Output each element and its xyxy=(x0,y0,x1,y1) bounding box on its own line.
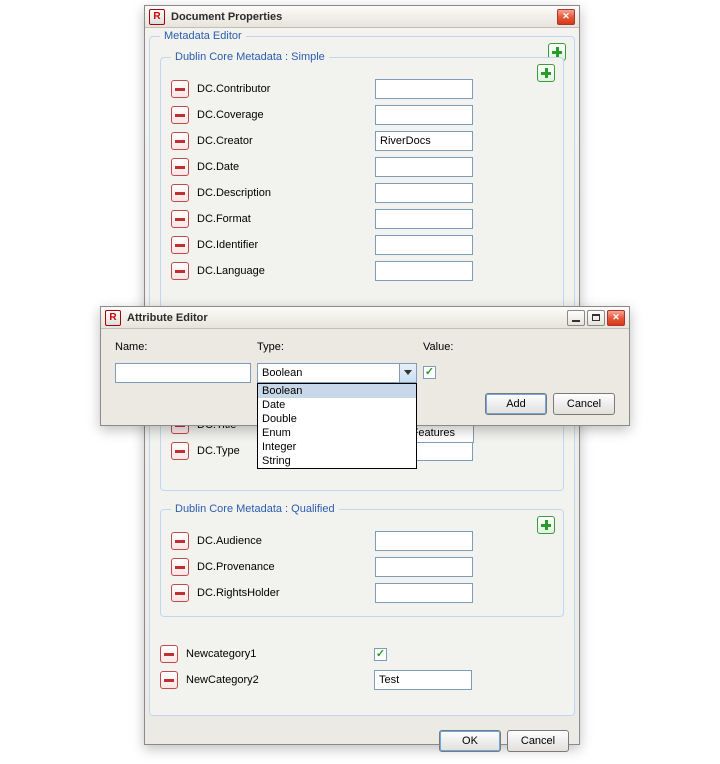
close-button[interactable]: ✕ xyxy=(557,9,575,25)
remove-button[interactable] xyxy=(171,106,189,124)
value-input[interactable] xyxy=(375,583,473,603)
field-label: DC.Coverage xyxy=(197,109,367,121)
metadata-row: DC.Contributor xyxy=(171,76,553,102)
value-input[interactable] xyxy=(374,670,472,690)
app-icon: R xyxy=(149,9,165,25)
field-label: DC.Creator xyxy=(197,135,367,147)
remove-button[interactable] xyxy=(171,236,189,254)
cancel-button[interactable]: Cancel xyxy=(507,730,569,752)
value-input[interactable] xyxy=(375,183,473,203)
metadata-row: DC.RightsHolder xyxy=(171,580,553,606)
value-input[interactable] xyxy=(375,261,473,281)
field-label: DC.Contributor xyxy=(197,83,367,95)
type-selected-value: Boolean xyxy=(262,367,302,379)
window-title: Document Properties xyxy=(171,11,551,23)
metadata-row: DC.Provenance xyxy=(171,554,553,580)
type-option[interactable]: Double xyxy=(258,412,416,426)
value-input[interactable] xyxy=(375,131,473,151)
remove-button[interactable] xyxy=(171,132,189,150)
metadata-row: DC.Identifier xyxy=(171,232,553,258)
field-label: Newcategory1 xyxy=(186,648,366,660)
value-input[interactable] xyxy=(375,79,473,99)
add-attribute-button[interactable] xyxy=(537,516,555,534)
metadata-row: DC.Audience xyxy=(171,528,553,554)
titlebar[interactable]: R Attribute Editor ✕ xyxy=(101,307,629,329)
value-input[interactable] xyxy=(375,157,473,177)
value-checkbox[interactable] xyxy=(423,366,436,379)
field-label: DC.Identifier xyxy=(197,239,367,251)
remove-button[interactable] xyxy=(171,80,189,98)
metadata-row: DC.Language xyxy=(171,258,553,284)
group-legend: Dublin Core Metadata : Simple xyxy=(171,51,329,63)
field-label: NewCategory2 xyxy=(186,674,366,686)
field-label: DC.Audience xyxy=(197,535,367,547)
value-input[interactable] xyxy=(375,209,473,229)
dc-qualified-group: Dublin Core Metadata : Qualified DC.Audi… xyxy=(160,509,564,617)
remove-button[interactable] xyxy=(171,262,189,280)
attribute-editor-window: R Attribute Editor ✕ Name: Type: Boolean xyxy=(100,306,630,426)
cancel-button[interactable]: Cancel xyxy=(553,393,615,415)
close-button[interactable]: ✕ xyxy=(607,310,625,326)
field-label: DC.Date xyxy=(197,161,367,173)
remove-button[interactable] xyxy=(171,210,189,228)
titlebar[interactable]: R Document Properties ✕ xyxy=(145,6,579,28)
maximize-button[interactable] xyxy=(587,310,605,326)
type-option[interactable]: Integer xyxy=(258,440,416,454)
type-option[interactable]: Enum xyxy=(258,426,416,440)
value-input[interactable] xyxy=(375,531,473,551)
remove-button[interactable] xyxy=(160,645,178,663)
dialog-buttons: OK Cancel xyxy=(149,724,575,754)
field-label: DC.Description xyxy=(197,187,367,199)
type-option[interactable]: Boolean xyxy=(258,384,416,398)
add-button[interactable]: Add xyxy=(485,393,547,415)
value-checkbox[interactable] xyxy=(374,648,387,661)
minimize-button[interactable] xyxy=(567,310,585,326)
field-label: DC.Format xyxy=(197,213,367,225)
group-legend: Dublin Core Metadata : Qualified xyxy=(171,503,339,515)
field-label: DC.RightsHolder xyxy=(197,587,367,599)
custom-row: Newcategory1 xyxy=(160,641,564,667)
metadata-row: DC.Coverage xyxy=(171,102,553,128)
remove-button[interactable] xyxy=(171,558,189,576)
remove-button[interactable] xyxy=(160,671,178,689)
metadata-row: DC.Description xyxy=(171,180,553,206)
name-input[interactable] xyxy=(115,363,251,383)
field-label: DC.Provenance xyxy=(197,561,367,573)
remove-button[interactable] xyxy=(171,532,189,550)
ok-button[interactable]: OK xyxy=(439,730,501,752)
metadata-row: DC.Date xyxy=(171,154,553,180)
type-option[interactable]: Date xyxy=(258,398,416,412)
remove-button[interactable] xyxy=(171,184,189,202)
remove-button[interactable] xyxy=(171,584,189,602)
name-label: Name: xyxy=(115,341,255,357)
metadata-row: DC.Format xyxy=(171,206,553,232)
type-select[interactable]: Boolean Boolean Date Double Enum Integer… xyxy=(257,363,417,383)
value-label: Value: xyxy=(423,341,483,357)
value-input[interactable] xyxy=(375,557,473,577)
type-dropdown: Boolean Date Double Enum Integer String xyxy=(257,383,417,469)
value-input[interactable] xyxy=(375,105,473,125)
add-attribute-button[interactable] xyxy=(537,64,555,82)
value-input[interactable] xyxy=(375,235,473,255)
app-icon: R xyxy=(105,310,121,326)
type-option[interactable]: String xyxy=(258,454,416,468)
group-legend: Metadata Editor xyxy=(160,30,246,42)
remove-button[interactable] xyxy=(171,158,189,176)
window-title: Attribute Editor xyxy=(127,312,561,324)
remove-button[interactable] xyxy=(171,442,189,460)
custom-row: NewCategory2 xyxy=(160,667,564,693)
metadata-row: DC.Creator xyxy=(171,128,553,154)
type-label: Type: xyxy=(257,341,421,357)
chevron-down-icon xyxy=(404,370,412,375)
field-label: DC.Language xyxy=(197,265,367,277)
